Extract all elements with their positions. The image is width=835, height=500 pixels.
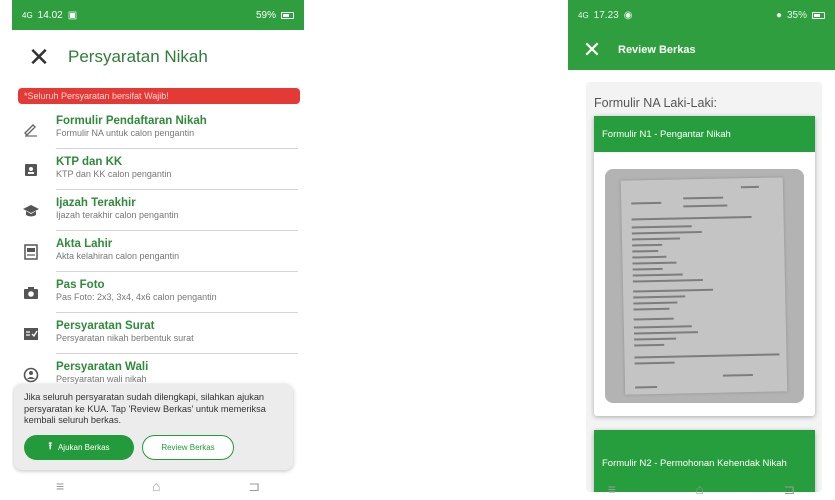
camera-icon [20,283,42,303]
id-card-icon [20,160,42,180]
requirement-subtitle: Pas Foto: 2x3, 3x4, 4x6 calon pengantin [56,292,217,302]
battery-percent: 59% [255,9,276,21]
letter-check-icon [20,324,42,344]
requirement-item-ktp-kk[interactable]: KTP dan KK KTP dan KK calon pengantin [12,153,304,194]
review-files-button[interactable]: Review Berkas [142,434,234,460]
submit-files-button[interactable]: ⭱ Ajukan Berkas [24,434,134,460]
requirement-item-pas-foto[interactable]: Pas Foto Pas Foto: 2x3, 3x4, 4x6 calon p… [12,276,304,317]
back-icon[interactable]: ⊐ [248,478,260,495]
requirement-title: KTP dan KK [56,156,123,168]
requirement-subtitle: Formulir NA untuk calon pengantin [56,128,195,138]
document-photo[interactable] [605,169,804,403]
signal-indicator: 4G [22,10,33,20]
notification-icon: ◉ [623,9,633,21]
requirements-list: Formulir Pendaftaran Nikah Formulir NA u… [12,112,304,399]
page-title: Review Berkas [618,44,696,56]
left-phone-screen: 4G 14.02 ▣ 59% ✕ Persyaratan Nikah *Selu… [12,0,304,500]
requirement-title: Persyaratan Surat [56,320,155,332]
requirement-item-surat[interactable]: Persyaratan Surat Persyaratan nikah berb… [12,317,304,358]
menu-icon[interactable]: ≡ [608,481,616,497]
signal-indicator: 4G [578,10,589,20]
page-title: Persyaratan Nikah [68,47,208,66]
notification-icon: ▣ [67,9,78,21]
document-title: Formulir N1 - Pengantar Nikah [594,116,815,152]
status-time: 14.02 [37,9,63,21]
requirement-subtitle: Persyaratan wali nikah [56,374,147,384]
app-header: ✕ Review Berkas [568,30,835,70]
submit-files-label: Ajukan Berkas [57,442,110,452]
requirement-item-akta-lahir[interactable]: Akta Lahir Akta kelahiran calon penganti… [12,235,304,276]
requirement-item-formulir[interactable]: Formulir Pendaftaran Nikah Formulir NA u… [12,112,304,153]
requirement-subtitle: KTP dan KK calon pengantin [56,169,172,179]
home-icon[interactable]: ⌂ [152,478,160,494]
home-icon[interactable]: ⌂ [695,481,703,497]
alarm-icon: ● [775,9,782,21]
requirement-title: Akta Lahir [56,238,113,250]
pen-icon [20,119,42,139]
requirement-subtitle: Persyaratan nikah berbentuk surat [56,333,194,343]
menu-icon[interactable]: ≡ [56,478,64,494]
status-bar: 4G 17.23 ◉ ● 35% [568,0,835,30]
system-nav-bar: ≡ ⌂ ⊐ [568,478,835,500]
requirement-subtitle: Ijazah terakhir calon pengantin [56,210,179,220]
back-icon[interactable]: ⊐ [783,481,795,498]
app-header: ✕ Persyaratan Nikah [12,30,304,84]
section-label: Formulir NA Laki-Laki: [594,96,717,110]
info-text: Jika seluruh persyaratan sudah dilengkap… [24,392,266,425]
battery-icon [281,11,294,19]
review-content: Formulir NA Laki-Laki: Formulir N1 - Pen… [586,82,822,492]
upload-icon: ⭱ [48,440,52,452]
guardian-icon [20,365,42,385]
scanned-form-image [620,177,788,395]
document-card[interactable]: Formulir N1 - Pengantar Nikah [594,116,815,416]
requirement-title: Persyaratan Wali [56,361,149,373]
right-phone-screen: 4G 17.23 ◉ ● 35% ✕ Review Berkas Formuli… [568,0,835,500]
system-nav-bar: ≡ ⌂ ⊐ [12,472,304,500]
battery-icon [812,11,825,19]
requirement-title: Formulir Pendaftaran Nikah [56,115,207,127]
close-icon[interactable]: ✕ [580,39,604,61]
battery-percent: 35% [786,9,807,21]
graduation-cap-icon [20,201,42,221]
submission-info-card: Jika seluruh persyaratan sudah dilengkap… [14,384,293,470]
requirement-item-ijazah[interactable]: Ijazah Terakhir Ijazah terakhir calon pe… [12,194,304,235]
requirement-subtitle: Akta kelahiran calon pengantin [56,251,180,261]
mandatory-alert-banner: *Seluruh Persyaratan bersifat Wajib! [18,88,300,104]
requirement-title: Ijazah Terakhir [56,197,136,209]
close-icon[interactable]: ✕ [22,44,56,70]
requirement-title: Pas Foto [56,279,105,291]
document-icon [20,242,42,262]
status-time: 17.23 [593,9,619,21]
status-bar: 4G 14.02 ▣ 59% [12,0,304,30]
